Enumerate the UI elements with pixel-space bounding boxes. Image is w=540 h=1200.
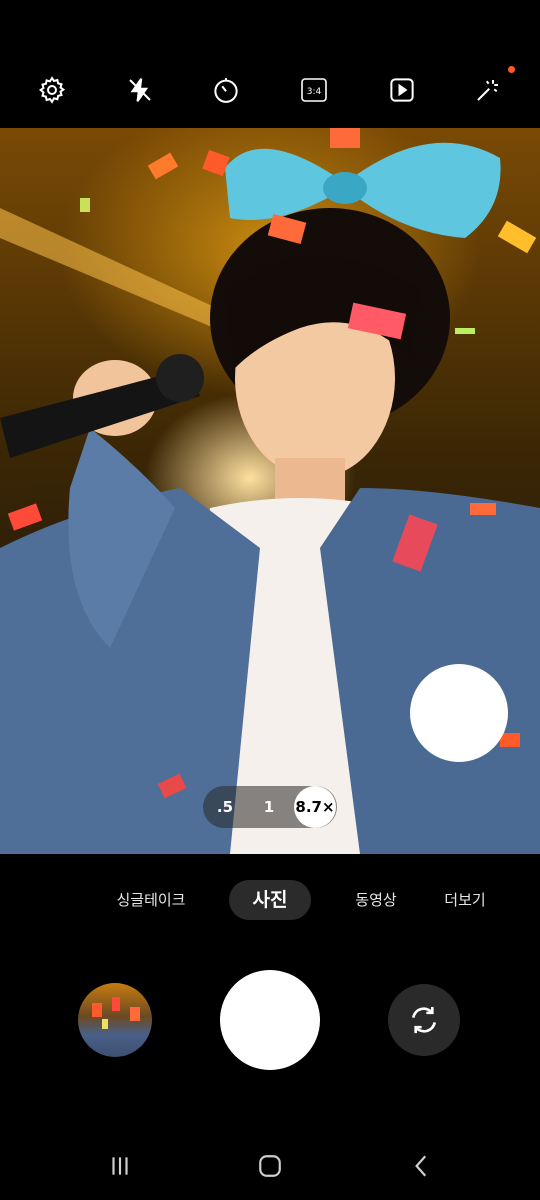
shutter-button[interactable] [220,970,320,1070]
home-icon[interactable] [250,1150,290,1182]
zoom-option[interactable]: 1 [249,792,289,822]
filter-effects-icon[interactable] [470,72,506,108]
recent-apps-icon[interactable] [100,1150,140,1182]
gallery-thumbnail-image [92,997,140,1029]
camera-mode-selector: 싱글테이크 사진 동영상 더보기 [0,870,540,930]
aspect-ratio-icon[interactable]: 3:4 [296,72,332,108]
timer-icon[interactable] [208,72,244,108]
flash-off-icon[interactable] [122,72,158,108]
back-icon[interactable] [402,1150,442,1182]
zoom-option-selected[interactable]: 8.7× [294,786,336,828]
aspect-ratio-label: 3:4 [307,87,322,97]
camera-top-bar: 3:4 [0,0,540,128]
switch-camera-button[interactable] [388,984,460,1056]
camera-switch-icon [412,1006,436,1034]
mode-video[interactable]: 동영상 [346,880,406,920]
system-navigation-bar [0,1130,540,1200]
notification-dot [508,66,515,73]
floating-shutter-button[interactable] [410,664,508,762]
gear-icon[interactable] [34,72,70,108]
mode-more[interactable]: 더보기 [436,880,494,920]
mode-single-take[interactable]: 싱글테이크 [108,880,194,920]
zoom-selector: .5 1 8.7× [203,786,337,828]
mode-photo[interactable]: 사진 [229,880,311,920]
motion-photo-icon[interactable] [384,72,420,108]
gallery-thumbnail[interactable] [78,983,152,1057]
zoom-option[interactable]: .5 [205,792,245,822]
